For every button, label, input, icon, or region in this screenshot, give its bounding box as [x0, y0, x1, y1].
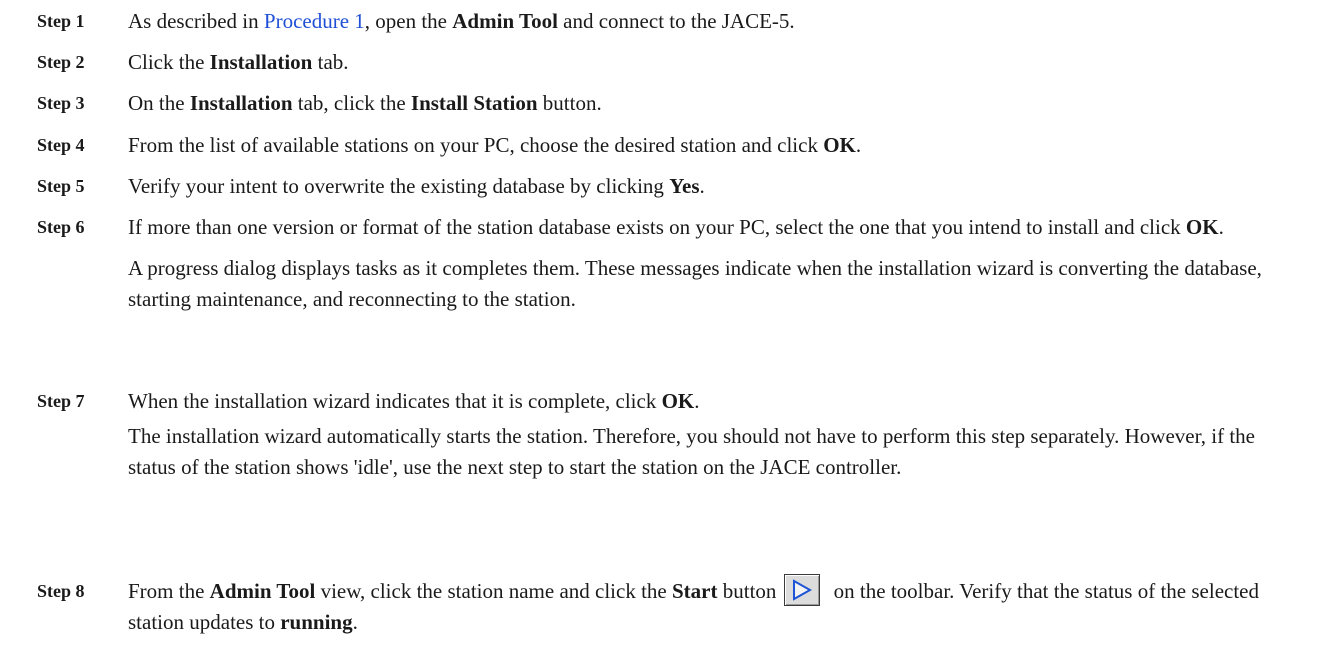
step-label: Step 4: [37, 135, 85, 155]
text: When the installation wizard indicates t…: [128, 389, 662, 413]
step-text: Click the Installation tab.: [128, 47, 1308, 78]
bold-term: OK: [823, 133, 856, 157]
step-text: When the installation wizard indicates t…: [128, 386, 1308, 483]
step-label: Step 5: [37, 176, 85, 196]
text: tab, click the: [292, 91, 411, 115]
bold-term: running: [280, 610, 353, 634]
step-note: A progress dialog displays tasks as it c…: [128, 256, 1262, 311]
step-text: From the list of available stations on y…: [128, 130, 1308, 161]
step-label: Step 6: [37, 217, 85, 237]
bold-term: Install Station: [410, 91, 538, 115]
text: , open the: [364, 9, 453, 33]
step-label: Step 8: [37, 581, 85, 601]
text: Verify your intent to overwrite the exis…: [128, 174, 670, 198]
step-text: As described in Procedure 1, open the Ad…: [128, 6, 1308, 37]
bold-term: OK: [1185, 215, 1219, 239]
play-start-icon: [784, 574, 821, 607]
text: If more than one version or format of th…: [128, 215, 1186, 239]
text: From the list of available stations on y…: [128, 133, 824, 157]
text: .: [1218, 215, 1224, 239]
step-text: On the Installation tab, click the Insta…: [128, 88, 1308, 119]
procedure-1-link[interactable]: Procedure 1: [264, 9, 365, 33]
step-note: The installation wizard automatically st…: [128, 424, 1255, 479]
bold-term: Yes: [669, 174, 700, 198]
step-text: Verify your intent to overwrite the exis…: [128, 171, 1308, 202]
step-label: Step 7: [37, 391, 85, 411]
text: .: [855, 133, 862, 157]
step-text: From the Admin Tool view, click the stat…: [128, 574, 1308, 638]
text: As described in: [128, 9, 264, 33]
bold-term: Admin Tool: [209, 579, 316, 603]
text: .: [352, 610, 358, 634]
step-label: Step 2: [37, 52, 85, 72]
bold-term: Installation: [209, 50, 313, 74]
bold-term: Admin Tool: [452, 9, 558, 33]
bold-term: OK: [661, 389, 695, 413]
step-label: Step 1: [37, 11, 85, 31]
step-text: If more than one version or format of th…: [128, 212, 1308, 315]
text: view, click the station name and click t…: [315, 579, 672, 603]
text: Click the: [128, 50, 210, 74]
text: .: [699, 174, 705, 198]
bold-term: Installation: [189, 91, 293, 115]
step-label: Step 3: [37, 93, 85, 113]
text: .: [694, 389, 700, 413]
text: On the: [128, 91, 190, 115]
text: and connect to the JACE-5.: [557, 9, 795, 33]
text: tab.: [312, 50, 349, 74]
bold-term: Start: [672, 579, 718, 603]
text: button: [717, 579, 777, 603]
text: button.: [537, 91, 602, 115]
text: From the: [128, 579, 210, 603]
